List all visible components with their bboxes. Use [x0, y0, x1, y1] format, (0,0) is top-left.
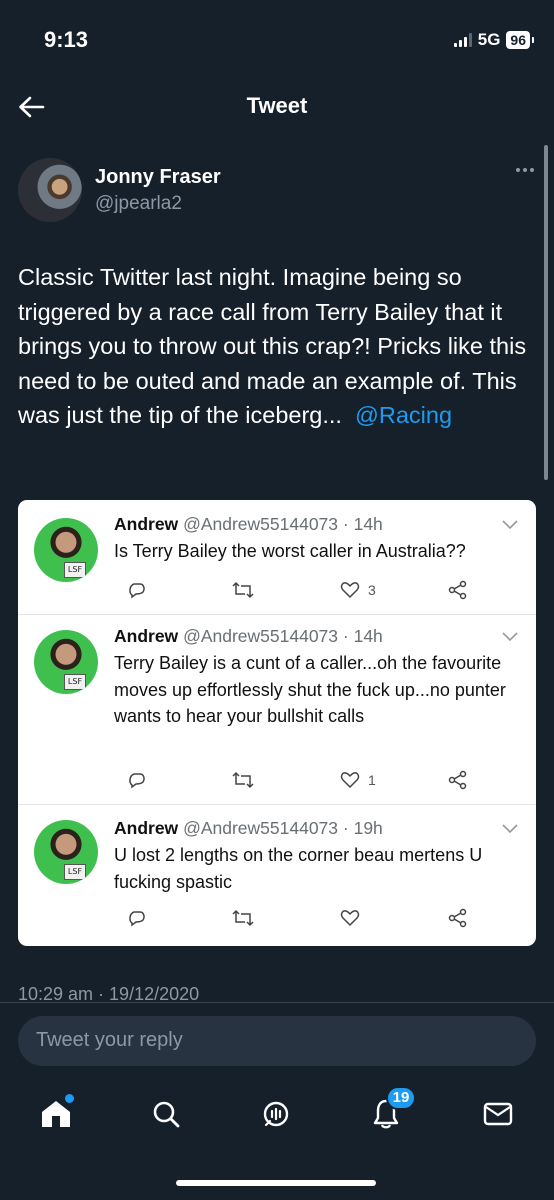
tweet-author: Jonny Fraser @jpearla2	[18, 158, 538, 228]
reply-time: · 14h	[342, 626, 383, 646]
battery-icon	[532, 37, 534, 43]
tab-spaces[interactable]	[256, 1094, 296, 1134]
reply-text: U lost 2 lengths on the corner beau mert…	[114, 845, 483, 892]
reply-header: Andrew @Andrew55144073 · 19h	[114, 818, 383, 839]
search-icon	[153, 1101, 180, 1128]
chevron-down-icon	[502, 632, 518, 642]
tab-search[interactable]	[146, 1094, 186, 1134]
reply-header: Andrew @Andrew55144073 · 14h	[114, 514, 383, 535]
reply-composer[interactable]: Tweet your reply	[18, 1016, 536, 1066]
reply-header: Andrew @Andrew55144073 · 14h	[114, 626, 383, 647]
mention-link[interactable]: @Racing	[355, 402, 452, 428]
home-notification-dot	[65, 1094, 74, 1103]
reply-author-name: Andrew	[114, 514, 179, 534]
page-title: Tweet	[246, 93, 308, 118]
more-icon[interactable]	[516, 168, 534, 172]
reply-text: Is Terry Bailey the worst caller in Aust…	[114, 541, 466, 561]
reply-avatar: LSF	[34, 518, 98, 582]
avatar[interactable]	[18, 158, 82, 222]
attached-image[interactable]: LSF Andrew @Andrew55144073 · 14h Is Terr…	[18, 500, 536, 946]
retweet-icon	[232, 578, 254, 602]
reply-icon	[128, 906, 146, 930]
status-time: 9:13	[44, 27, 89, 52]
reply-text: Terry Bailey is a cunt of a caller...oh …	[114, 653, 506, 726]
status-bar: 9:13 5G 96	[0, 0, 554, 80]
share-icon	[448, 768, 468, 792]
avatar-tag: LSF	[64, 864, 86, 880]
reply-icon	[128, 578, 146, 602]
home-icon	[42, 1101, 70, 1127]
tab-notifications[interactable]: 19	[366, 1086, 416, 1134]
like-icon	[340, 906, 360, 930]
reply-input[interactable]: Tweet your reply	[36, 1029, 183, 1052]
share-icon	[448, 578, 468, 602]
reply-time: · 14h	[342, 514, 383, 534]
like-icon: 3	[340, 578, 376, 602]
embedded-reply: LSF Andrew @Andrew55144073 · 19h U lost …	[18, 804, 536, 946]
reply-time: · 19h	[342, 818, 383, 838]
reply-handle: @Andrew55144073	[183, 818, 339, 838]
chevron-down-icon	[502, 520, 518, 530]
top-app-bar: Tweet	[0, 80, 554, 136]
signal-icon	[453, 33, 472, 47]
avatar-tag: LSF	[64, 674, 86, 690]
spaces-icon	[263, 1101, 289, 1127]
share-icon	[448, 906, 468, 930]
tweet-text: Classic Twitter last night. Imagine bein…	[18, 260, 538, 433]
like-count: 3	[368, 582, 376, 598]
reply-avatar: LSF	[34, 630, 98, 694]
tab-messages[interactable]	[478, 1094, 518, 1134]
reply-handle: @Andrew55144073	[183, 514, 339, 534]
reply-actions: 1	[114, 768, 484, 792]
author-handle[interactable]: @jpearla2	[95, 193, 182, 215]
reply-icon	[128, 768, 146, 792]
like-count: 1	[368, 772, 376, 788]
chevron-down-icon	[502, 824, 518, 834]
retweet-icon	[232, 768, 254, 792]
home-indicator[interactable]	[176, 1180, 376, 1186]
status-indicators: 5G 96	[453, 30, 534, 50]
reply-author-name: Andrew	[114, 818, 179, 838]
embedded-reply: LSF Andrew @Andrew55144073 · 14h Terry B…	[18, 614, 536, 804]
embedded-reply: LSF Andrew @Andrew55144073 · 14h Is Terr…	[18, 500, 536, 614]
reply-actions: 3	[114, 578, 484, 602]
reply-handle: @Andrew55144073	[183, 626, 339, 646]
avatar-tag: LSF	[64, 562, 86, 578]
like-icon: 1	[340, 768, 376, 792]
divider	[0, 1002, 554, 1003]
reply-actions	[114, 906, 484, 930]
author-name[interactable]: Jonny Fraser	[95, 166, 221, 189]
reply-avatar: LSF	[34, 820, 98, 884]
network-label: 5G	[477, 30, 501, 49]
tab-home[interactable]	[36, 1094, 76, 1134]
bottom-tab-bar: 19	[0, 1080, 554, 1150]
mail-icon	[483, 1102, 513, 1126]
battery-level: 96	[506, 31, 530, 49]
scrollbar[interactable]	[544, 145, 548, 480]
retweet-icon	[232, 906, 254, 930]
notification-badge: 19	[386, 1086, 416, 1110]
reply-author-name: Andrew	[114, 626, 179, 646]
